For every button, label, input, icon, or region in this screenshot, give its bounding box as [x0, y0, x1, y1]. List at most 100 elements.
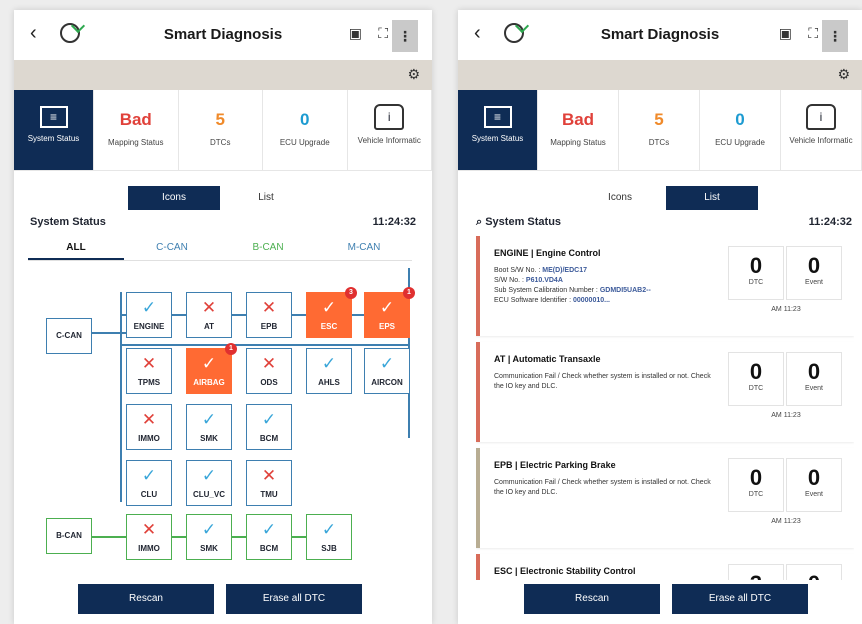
ecu-node[interactable]: ✓ SMK — [186, 514, 232, 560]
dtc-count-box: 0 DTC — [728, 352, 784, 406]
ecu-node-label: TPMS — [137, 378, 161, 387]
fail-cross-icon: ✕ — [201, 298, 217, 317]
ecu-node-label: SMK — [200, 544, 218, 553]
detail-value: P610.VD4A — [525, 277, 563, 284]
tab-b-can[interactable]: B-CAN — [220, 236, 316, 260]
ecu-node[interactable]: ✕ IMMO — [126, 404, 172, 450]
dtc-count: 0 — [749, 359, 763, 384]
ecu-node[interactable]: ✓ BCM — [246, 404, 292, 450]
section-header: System Status 11:24:32 — [30, 216, 416, 234]
tab-vehicle-information[interactable]: i Vehicle Informatic — [348, 90, 432, 170]
tab-m-can[interactable]: M-CAN — [316, 236, 412, 260]
ok-check-icon: ✓ — [201, 466, 217, 485]
car-settings-icon[interactable]: ⚙ — [407, 66, 420, 83]
ok-check-icon: ✓ — [201, 354, 217, 373]
ecu-node-label: IMMO — [138, 544, 160, 553]
event-label: Event — [805, 279, 823, 286]
ecu-node[interactable]: ✓ ESC 3 — [306, 287, 357, 338]
ecu-card[interactable]: ENGINE | Engine Control Boot S/W No. : ME… — [476, 236, 854, 336]
tab-ecu-upgrade[interactable]: 0 ECU Upgrade — [700, 90, 781, 170]
ecu-node[interactable]: ✓ CLU — [126, 460, 172, 506]
event-count: 0 — [807, 253, 821, 278]
rescan-button[interactable]: Rescan — [524, 584, 660, 614]
more-menu-icon[interactable]: ⋮ — [392, 20, 418, 52]
section-title: System Status — [485, 216, 562, 228]
dtc-count-value: 5 — [215, 110, 225, 129]
fail-cross-icon: ✕ — [261, 354, 277, 373]
fullscreen-icon[interactable]: ⛶ — [808, 25, 818, 42]
ecu-node[interactable]: ✓ AIRBAG 1 — [186, 343, 237, 394]
ecu-node[interactable]: ✕ TMU — [246, 460, 292, 506]
view-toggle: Icons List — [128, 186, 312, 210]
tab-system-status[interactable]: ≡ System Status — [14, 90, 94, 170]
scan-timestamp: AM 11:23 — [771, 412, 801, 419]
fail-cross-icon: ✕ — [141, 354, 157, 373]
summary-bar: ≡ System Status Bad Mapping Status 5 DTC… — [458, 90, 862, 171]
ecu-node[interactable]: ✓ EPS 1 — [364, 287, 415, 338]
summary-bar: ≡ System Status Bad Mapping Status 5 DTC… — [14, 90, 432, 171]
ecu-node[interactable]: ✕ AT — [186, 292, 232, 338]
detail-key: ECU Software Identifier : — [494, 297, 573, 304]
list-toggle-button[interactable]: List — [666, 186, 758, 210]
ecu-node[interactable]: ✓ BCM — [246, 514, 292, 560]
dtc-label: DTC — [748, 385, 764, 392]
ok-check-icon: ✓ — [201, 410, 217, 429]
dtc-count-box: 0 DTC — [728, 458, 784, 512]
rescan-button[interactable]: Rescan — [78, 584, 214, 614]
ecu-card-details: Communication Fail / Check whether syste… — [494, 372, 720, 392]
tab-system-status[interactable]: ≡ System Status — [458, 90, 538, 170]
tab-c-can[interactable]: C-CAN — [124, 236, 220, 260]
ecu-node[interactable]: ✓ SMK — [186, 404, 232, 450]
erase-all-dtc-button[interactable]: Erase all DTC — [672, 584, 808, 614]
ecu-node[interactable]: ✓ SJB — [306, 514, 352, 560]
ecu-node[interactable]: ✓ ENGINE — [126, 292, 172, 338]
ecu-node[interactable]: ✕ ODS — [246, 348, 292, 394]
tab-vehicle-information[interactable]: i Vehicle Informatic — [781, 90, 862, 170]
page-title: Smart Diagnosis — [600, 26, 720, 43]
vehicle-info-icon: i — [374, 104, 405, 130]
ecu-upgrade-label: ECU Upgrade — [279, 138, 330, 147]
search-icon[interactable]: ⌕ — [476, 216, 485, 228]
ecu-node[interactable]: ✓ CLU_VC — [186, 460, 232, 506]
tab-ecu-upgrade[interactable]: 0 ECU Upgrade — [263, 90, 348, 170]
ecu-card-title: EPB | Electric Parking Brake — [494, 460, 616, 470]
tab-all[interactable]: ALL — [28, 236, 124, 260]
ecu-node[interactable]: ✓ AIRCON — [364, 348, 410, 394]
dtc-count: 0 — [749, 253, 763, 278]
tab-mapping-status[interactable]: Bad Mapping Status — [94, 90, 179, 170]
tab-mapping-status[interactable]: Bad Mapping Status — [538, 90, 619, 170]
tab-dtcs[interactable]: 5 DTCs — [179, 90, 263, 170]
ecu-upgrade-label: ECU Upgrade — [715, 138, 765, 147]
section-header: ⌕ System Status 11:24:32 — [476, 216, 852, 234]
ecu-card[interactable]: AT | Automatic Transaxle Communication Fa… — [476, 342, 854, 442]
ok-check-icon: ✓ — [141, 298, 157, 317]
tab-dtcs[interactable]: 5 DTCs — [619, 90, 700, 170]
info-band: ⚙ — [14, 60, 432, 90]
detail-line: Communication Fail / Check whether syste… — [494, 478, 720, 498]
ecu-node-label: AHLS — [318, 378, 340, 387]
ecu-card[interactable]: EPB | Electric Parking Brake Communicatio… — [476, 448, 854, 548]
fail-cross-icon: ✕ — [141, 410, 157, 429]
fullscreen-icon[interactable]: ⛶ — [378, 25, 388, 42]
car-settings-icon[interactable]: ⚙ — [837, 66, 850, 83]
b-can-bus[interactable]: B-CAN — [46, 518, 92, 554]
can-tabs: ALL C-CAN B-CAN M-CAN — [28, 236, 412, 261]
vci-icon[interactable]: ▣ — [779, 25, 792, 42]
ecu-node-label: BCM — [259, 434, 279, 443]
more-menu-icon[interactable]: ⋮ — [822, 20, 848, 52]
icons-toggle-button[interactable]: Icons — [574, 186, 666, 210]
icons-toggle-button[interactable]: Icons — [128, 186, 220, 210]
ecu-upgrade-value: 0 — [300, 110, 310, 129]
ecu-node[interactable]: ✕ EPB — [246, 292, 292, 338]
list-toggle-button[interactable]: List — [220, 186, 312, 210]
vehicle-info-label: Vehicle Informatic — [357, 136, 421, 145]
c-can-bus[interactable]: C-CAN — [46, 318, 92, 354]
ecu-node[interactable]: ✕ IMMO — [126, 514, 172, 560]
vci-icon[interactable]: ▣ — [349, 25, 362, 42]
detail-key: Communication Fail / Check whether syste… — [494, 373, 711, 390]
ecu-node[interactable]: ✓ AHLS — [306, 348, 352, 394]
mapping-status-value: Bad — [119, 110, 152, 129]
ecu-node[interactable]: ✕ TPMS — [126, 348, 172, 394]
erase-all-dtc-button[interactable]: Erase all DTC — [226, 584, 362, 614]
event-label: Event — [805, 385, 823, 392]
